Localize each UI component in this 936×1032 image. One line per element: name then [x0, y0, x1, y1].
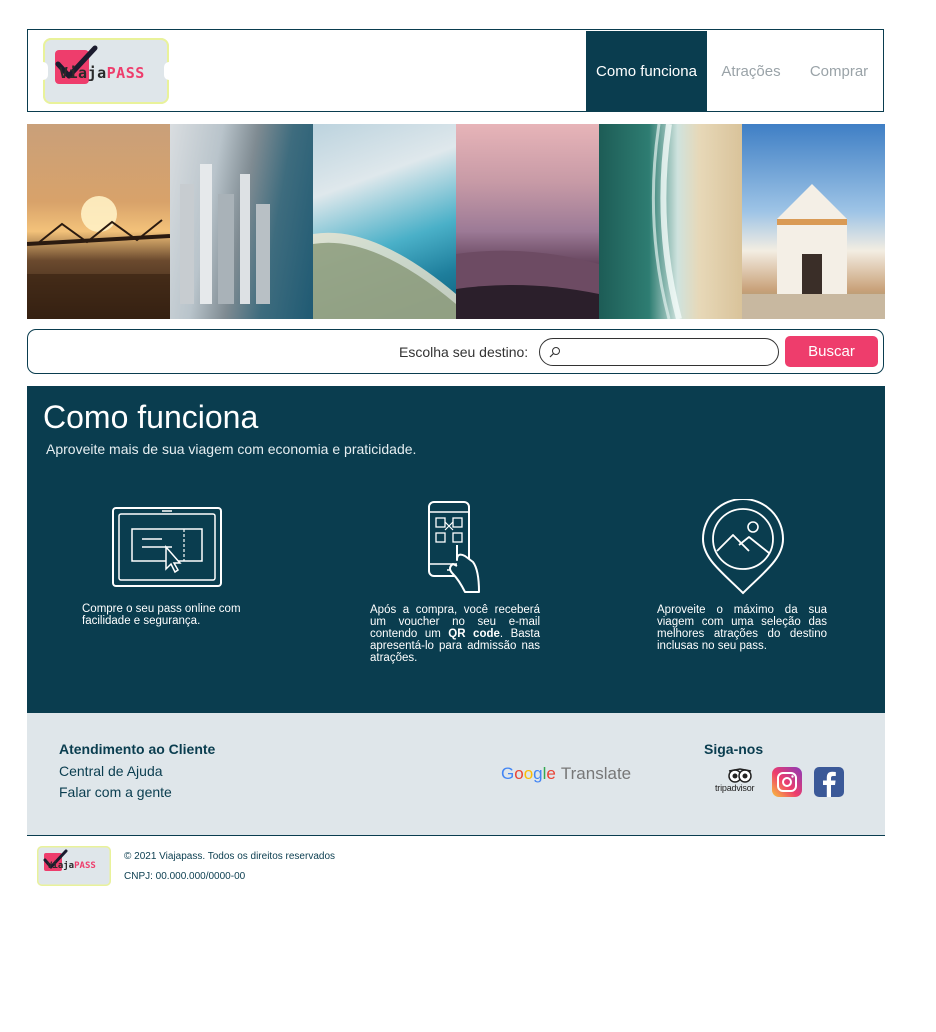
viajapass-logo[interactable]: ViajaPASS	[38, 38, 174, 104]
logo-iaja: iaja	[52, 861, 75, 871]
footer-logo-text: ViajaPASS	[47, 861, 96, 871]
logo-pass: PASS	[74, 861, 96, 871]
nav-item-comprar[interactable]: Comprar	[795, 31, 883, 112]
footer-divider	[27, 835, 885, 836]
site-footer: Atendimento ao Cliente Central de Ajuda …	[27, 713, 885, 835]
facebook-icon[interactable]	[814, 767, 844, 797]
copyright-text: © 2021 Viajapass. Todos os direitos rese…	[124, 851, 336, 862]
search-button[interactable]: Buscar	[785, 336, 878, 367]
search-input[interactable]	[566, 343, 770, 363]
phone-qr-icon	[428, 501, 480, 593]
search-icon	[549, 347, 560, 358]
photo-church[interactable]	[742, 124, 885, 319]
follow-us-title: Siga-nos	[704, 741, 764, 757]
photo-beach-bay[interactable]	[313, 124, 456, 319]
photo-city-dusk[interactable]	[456, 124, 599, 319]
photo-aerial-beach[interactable]	[599, 124, 742, 319]
cnpj-text: CNPJ: 00.000.000/0000-00	[124, 871, 246, 882]
instagram-icon[interactable]	[772, 767, 802, 797]
tripadvisor-icon[interactable]: tripadvisor	[715, 768, 765, 796]
logo-text: ViajaPASS	[59, 64, 145, 82]
ticket-notch-right	[164, 62, 174, 80]
step-text: Após a compra, você receberá um voucher …	[370, 604, 540, 664]
step-text: Aproveite o máximo da sua viagem com uma…	[657, 604, 827, 652]
photo-bridge-sunset[interactable]	[27, 124, 170, 319]
tripadvisor-text: tripadvisor	[715, 783, 755, 793]
help-center-link[interactable]: Central de Ajuda	[59, 763, 163, 779]
logo-pass: PASS	[106, 64, 145, 82]
ticket-screen-icon	[112, 507, 222, 587]
how-it-works-section: Como funciona Aproveite mais de sua viag…	[27, 386, 885, 713]
search-field[interactable]	[539, 338, 779, 366]
nav-item-atracoes[interactable]: Atrações	[707, 31, 795, 112]
destination-search-bar: Escolha seu destino: Buscar	[27, 329, 884, 374]
footer-logo[interactable]: ViajaPASS	[37, 846, 111, 886]
contact-us-link[interactable]: Falar com a gente	[59, 784, 172, 800]
google-translate-widget[interactable]: Google Translate	[501, 764, 631, 784]
step-text: Compre o seu pass online com facilidade …	[82, 603, 241, 627]
logo-iaja: iaja	[68, 64, 107, 82]
section-title: Como funciona	[43, 399, 259, 435]
destination-gallery	[27, 124, 885, 319]
support-title: Atendimento ao Cliente	[59, 741, 216, 757]
site-header: ViajaPASS Como funciona Atrações Comprar	[27, 29, 884, 112]
ticket-notch-left	[38, 62, 48, 80]
photo-coastal-city[interactable]	[170, 124, 313, 319]
translate-label: Translate	[560, 764, 632, 783]
search-label: Escolha seu destino:	[399, 344, 529, 360]
step-text-bold: QR code	[448, 628, 500, 640]
nav-item-como-funciona[interactable]: Como funciona	[586, 31, 707, 112]
map-pin-landscape-icon	[701, 499, 785, 595]
section-subtitle: Aproveite mais de sua viagem com economi…	[46, 441, 417, 457]
main-nav: Como funciona Atrações Comprar	[586, 31, 883, 112]
logo-v: V	[59, 64, 69, 82]
